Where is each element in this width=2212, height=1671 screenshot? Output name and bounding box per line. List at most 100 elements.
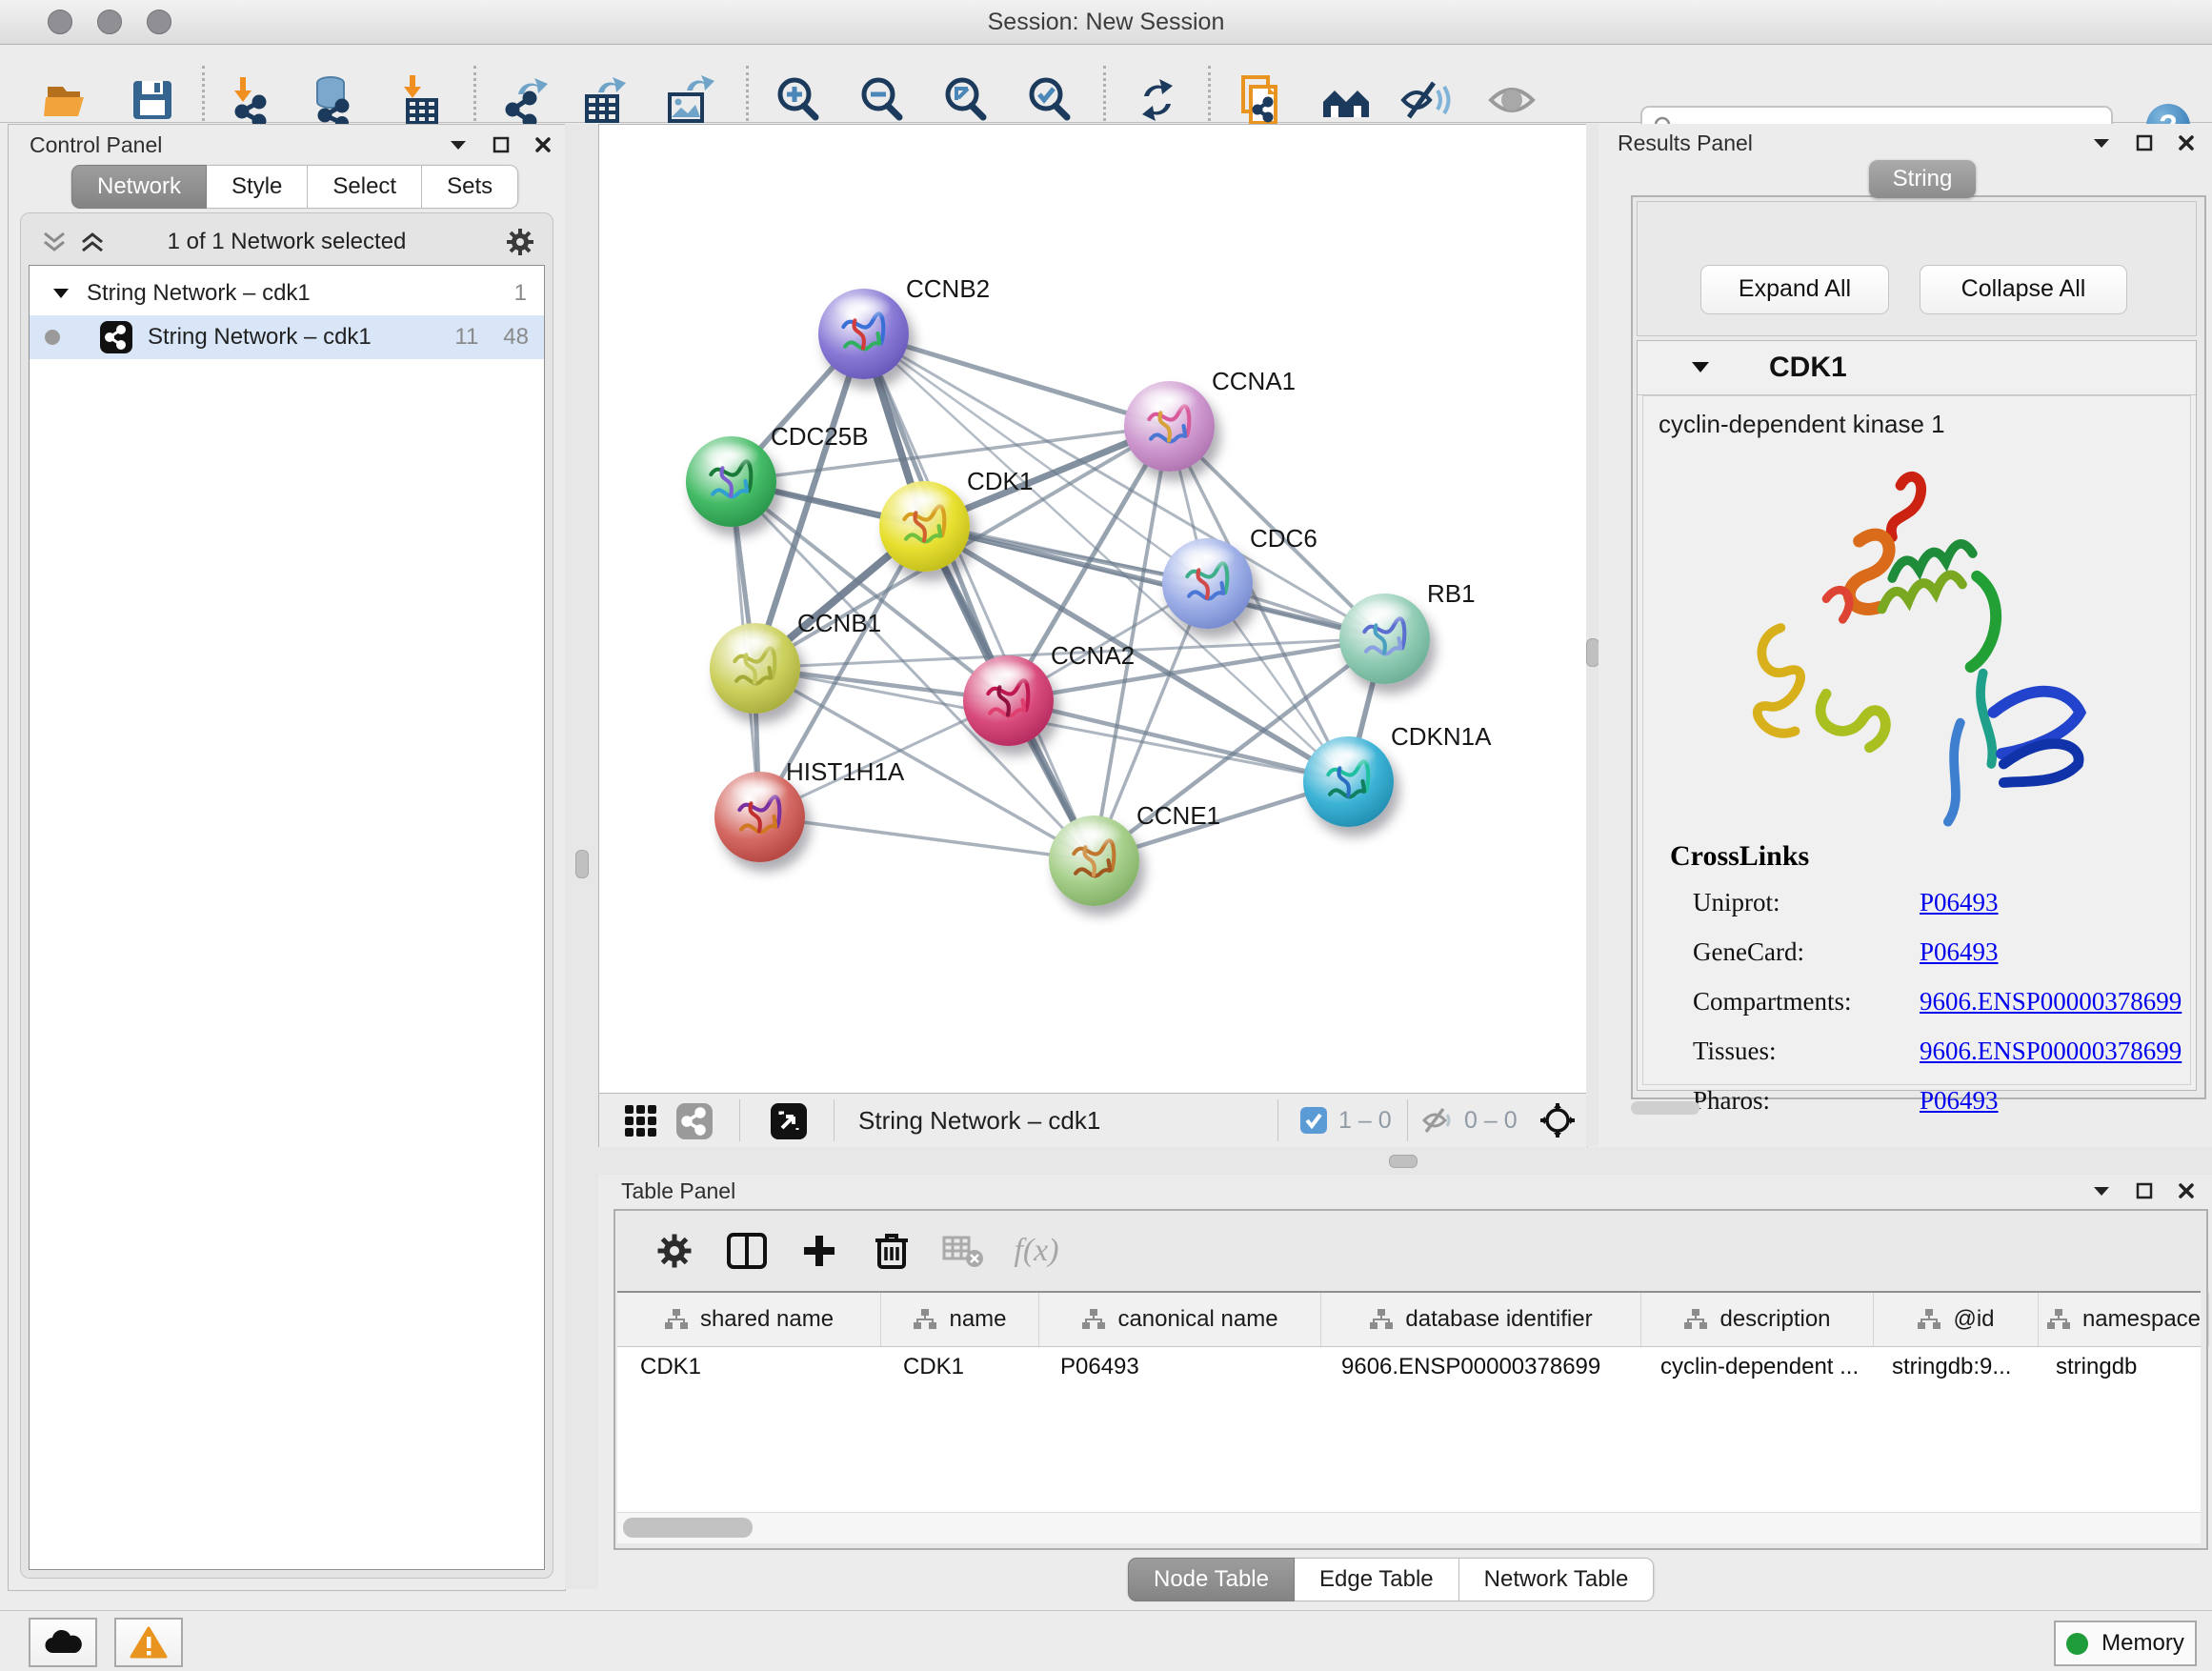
network-collection-row[interactable]: String Network – cdk1 1 [30,272,544,315]
cloud-status-button[interactable] [29,1618,97,1667]
network-node-CDC25B[interactable] [686,436,776,527]
tab-sets[interactable]: Sets [422,165,518,209]
crosslink-link[interactable]: 9606.ENSP00000378699 [1920,1037,2182,1066]
network-row-selected[interactable]: String Network – cdk1 11 48 [30,315,544,359]
table-row[interactable]: CDK1CDK1P064939606.ENSP00000378699cyclin… [617,1346,2201,1390]
float-panel-icon[interactable] [449,138,468,151]
import-table-icon[interactable] [392,73,446,127]
table-cell[interactable]: cyclin-dependent ... [1638,1346,1869,1390]
float-panel-icon[interactable] [2092,1184,2111,1198]
maximize-panel-icon[interactable] [493,136,510,153]
column-header--id[interactable]: @id [1874,1293,2039,1346]
network-options-gear-icon[interactable] [505,227,535,257]
table-cell[interactable]: stringdb [2033,1346,2202,1390]
zoom-in-icon[interactable] [772,73,825,127]
table-cell[interactable]: 9606.ENSP00000378699 [1318,1346,1638,1390]
network-edge[interactable] [1008,700,1348,781]
column-header-database-identifier[interactable]: database identifier [1321,1293,1641,1346]
expand-all-button[interactable]: Expand All [1700,265,1889,314]
network-node-RB1[interactable] [1339,594,1430,684]
table-cell[interactable]: stringdb:9... [1869,1346,2033,1390]
tab-node-table[interactable]: Node Table [1128,1558,1295,1601]
collapse-all-button[interactable]: Collapse All [1920,265,2127,314]
network-node-CCNB1[interactable] [710,623,800,714]
network-node-CDKN1A[interactable] [1303,736,1394,827]
open-session-icon[interactable] [40,73,93,127]
show-all-icon[interactable] [1485,73,1538,127]
table-cell[interactable]: CDK1 [617,1346,880,1390]
bottom-splitter-handle[interactable] [1389,1155,1418,1168]
selected-nodes-checkbox-icon[interactable] [1300,1107,1327,1134]
gene-card-header[interactable]: CDK1 [1638,341,2196,395]
node-gloss [1064,821,1122,849]
gene-collapse-icon[interactable] [1691,360,1710,374]
crosslink-link[interactable]: P06493 [1920,888,1999,917]
table-cell[interactable]: P06493 [1037,1346,1318,1390]
export-table-icon[interactable] [577,73,631,127]
maximize-panel-icon[interactable] [2136,134,2153,151]
close-panel-icon[interactable] [2178,1182,2195,1199]
column-header-namespace[interactable]: namespace [2039,1293,2209,1346]
left-splitter[interactable] [565,124,598,1589]
import-network-icon[interactable] [223,73,276,127]
right-splitter[interactable] [1586,124,1599,1146]
left-splitter-handle[interactable] [575,850,589,878]
right-splitter-handle[interactable] [1586,638,1599,667]
network-edge[interactable] [863,333,1169,426]
home-icon[interactable] [1319,73,1373,127]
zoom-selected-icon[interactable] [1023,73,1076,127]
tab-string[interactable]: String [1869,160,1976,198]
import-database-icon[interactable] [304,73,357,127]
warnings-button[interactable] [114,1618,183,1667]
birds-eye-view-icon[interactable] [1538,1101,1577,1139]
crosslink-link[interactable]: P06493 [1920,937,1999,967]
column-header-shared-name[interactable]: shared name [617,1293,881,1346]
copy-document-icon[interactable] [1234,73,1287,127]
delete-column-icon[interactable] [874,1231,910,1271]
network-node-CCNA2[interactable] [963,655,1054,746]
network-selection-summary: 1 of 1 Network selected [21,229,553,255]
table-h-scrollbar[interactable] [617,1512,2201,1543]
crosslink-link[interactable]: 9606.ENSP00000378699 [1920,987,2182,1017]
export-network-icon[interactable] [501,73,554,127]
tab-edge-table[interactable]: Edge Table [1295,1558,1459,1601]
zoom-out-icon[interactable] [855,73,909,127]
table-options-gear-icon[interactable] [655,1232,694,1270]
column-header-description[interactable]: description [1641,1293,1874,1346]
column-header-canonical-name[interactable]: canonical name [1039,1293,1321,1346]
column-header-name[interactable]: name [881,1293,1039,1346]
add-column-icon[interactable] [800,1232,838,1270]
network-view-icon[interactable] [676,1103,713,1139]
zoom-fit-icon[interactable] [939,73,993,127]
network-edge[interactable] [759,816,1094,860]
network-node-CCNB2[interactable] [818,289,909,379]
export-image-icon[interactable] [662,73,715,127]
crosslink-link[interactable]: P06493 [1920,1086,1999,1116]
collection-expand-icon[interactable] [52,287,70,300]
table-h-scrollbar-thumb[interactable] [623,1518,753,1538]
close-panel-icon[interactable] [534,136,552,153]
memory-button[interactable]: Memory [2054,1621,2197,1666]
network-node-CCNA1[interactable] [1124,381,1215,472]
detach-view-icon[interactable] [771,1103,807,1139]
tab-style[interactable]: Style [207,165,308,209]
table-cell[interactable]: CDK1 [880,1346,1037,1390]
close-panel-icon[interactable] [2178,134,2195,151]
network-node-CCNE1[interactable] [1049,815,1139,906]
grid-view-icon[interactable] [624,1104,658,1138]
network-node-CDK1[interactable] [879,481,970,572]
network-node-CDC6[interactable] [1162,538,1253,629]
save-session-icon[interactable] [126,73,179,127]
tab-select[interactable]: Select [308,165,422,209]
float-panel-icon[interactable] [2092,136,2111,150]
network-canvas[interactable]: CCNB2 CCNA1 CDC25B CDK1 [598,124,1587,1094]
show-columns-icon[interactable] [727,1233,767,1269]
maximize-panel-icon[interactable] [2136,1182,2153,1199]
bottom-splitter[interactable] [598,1147,2212,1175]
tab-network-table[interactable]: Network Table [1459,1558,1655,1601]
tab-network[interactable]: Network [71,165,207,209]
refresh-icon[interactable] [1131,73,1184,127]
results-scrollbar[interactable] [1631,1101,1699,1115]
cloud-icon [43,1628,83,1657]
hide-selected-icon[interactable] [1399,73,1453,127]
